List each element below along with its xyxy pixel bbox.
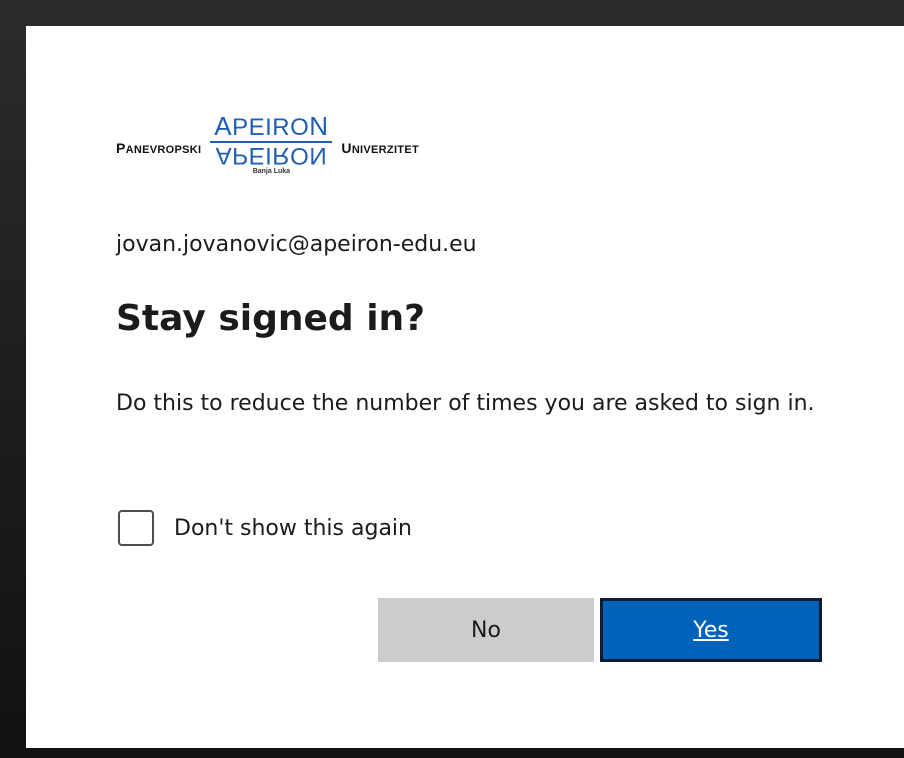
account-email: jovan.jovanovic@apeiron-edu.eu <box>116 232 477 257</box>
no-button[interactable]: No <box>378 598 594 662</box>
dont-show-again-label[interactable]: Don't show this again <box>174 516 412 541</box>
logo-mark: APEIRON APEIRON Banja Luka <box>209 111 333 175</box>
logo-wordmark: APEIRON <box>214 111 329 141</box>
dialog-description: Do this to reduce the number of times yo… <box>116 391 815 416</box>
logo-wordmark-mirror: APEIRON <box>215 142 328 169</box>
logo-left-rest: ANEVROPSKI <box>125 144 202 156</box>
university-logo: PANEVROPSKI APEIRON APEIRON Banja Luka U… <box>116 111 536 194</box>
dont-show-again-option[interactable]: Don't show this again <box>118 510 412 546</box>
logo-right-text: UNIVERZITET <box>341 140 419 156</box>
logo-left-text: PANEVROPSKI <box>116 140 202 156</box>
dont-show-again-checkbox[interactable] <box>118 510 154 546</box>
logo-subtitle: Banja Luka <box>252 168 291 175</box>
yes-button[interactable]: Yes <box>600 598 822 662</box>
logo-right-rest: NIVERZITET <box>351 144 419 156</box>
page-title: Stay signed in? <box>116 298 426 339</box>
sign-in-card: PANEVROPSKI APEIRON APEIRON Banja Luka U… <box>26 26 904 748</box>
window-frame: PANEVROPSKI APEIRON APEIRON Banja Luka U… <box>0 0 904 758</box>
